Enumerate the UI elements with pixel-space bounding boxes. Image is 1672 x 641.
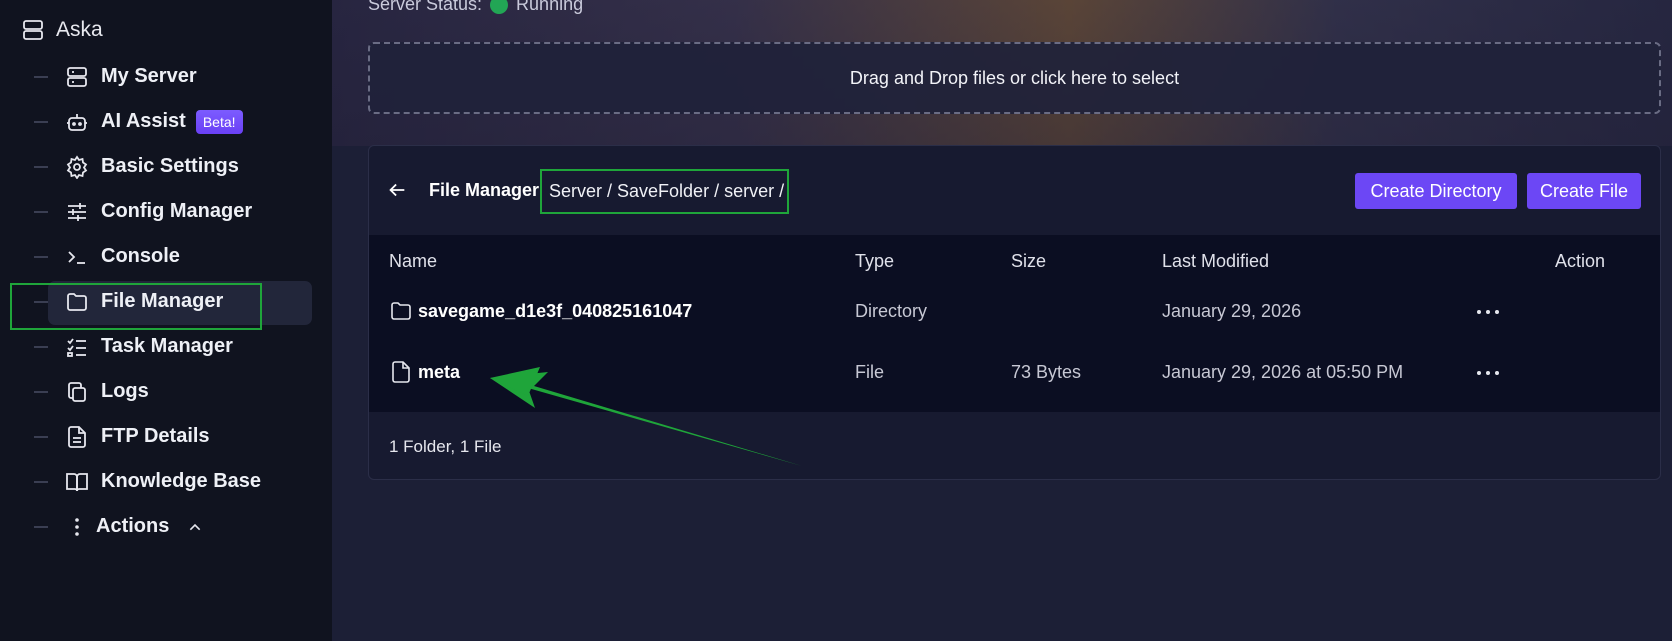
annotation-highlight-box — [10, 283, 262, 330]
book-open-icon — [64, 469, 90, 495]
file-name-cell[interactable]: meta — [389, 360, 460, 384]
tree-connector — [34, 121, 48, 123]
more-horizontal-icon[interactable] — [1477, 307, 1499, 317]
column-header-modified[interactable]: Last Modified — [1162, 251, 1269, 272]
tree-connector — [34, 256, 48, 258]
table-header: Name Type Size Last Modified Action — [369, 235, 1660, 285]
tree-connector — [34, 391, 48, 393]
sidebar: Aska My Server AI Assist Beta! Basic Set… — [0, 0, 332, 641]
file-size: 73 Bytes — [1011, 362, 1082, 382]
column-header-type[interactable]: Type — [855, 251, 894, 272]
file-name: savegame_d1e3f_040825161047 — [418, 300, 693, 321]
checklist-icon — [64, 334, 90, 360]
server-status: Server Status: Running — [368, 0, 583, 15]
tree-connector — [34, 166, 48, 168]
status-dot-icon — [490, 0, 509, 14]
server-switcher[interactable]: Aska — [20, 14, 103, 46]
tree-connector — [34, 76, 48, 78]
sidebar-item-label: Knowledge Base — [101, 470, 262, 492]
file-summary: 1 Folder, 1 File — [389, 437, 502, 456]
terminal-icon — [64, 244, 90, 270]
file-modified: January 29, 2026 at 05:50 PM — [1162, 362, 1404, 382]
sidebar-item-label: FTP Details — [101, 425, 210, 447]
sidebar-item-ftp-details[interactable]: FTP Details — [0, 414, 332, 459]
tree-connector — [34, 436, 48, 438]
sidebar-item-logs[interactable]: Logs — [0, 369, 332, 414]
file-manager-panel: File Manager Server / SaveFolder / serve… — [368, 145, 1661, 480]
server-status-label: Server Status: — [368, 0, 483, 14]
server-icon — [20, 17, 46, 43]
sidebar-item-console[interactable]: Console — [0, 234, 332, 279]
tree-connector — [34, 346, 48, 348]
sidebar-item-label: Config Manager — [101, 200, 253, 222]
tree-connector — [34, 481, 48, 483]
file-manager-header: File Manager Server / SaveFolder / serve… — [369, 146, 1660, 235]
create-file-button[interactable]: Create File — [1527, 173, 1641, 209]
sidebar-item-task-manager[interactable]: Task Manager — [0, 324, 332, 369]
table-row[interactable]: savegame_d1e3f_040825161047 Directory Ja… — [369, 283, 1660, 343]
tree-connector — [34, 211, 48, 213]
sidebar-item-label: Logs — [101, 380, 149, 402]
beta-badge: Beta! — [195, 109, 243, 134]
page-title: File Manager — [429, 180, 540, 200]
gear-icon — [64, 154, 90, 180]
sidebar-item-label: Basic Settings — [101, 155, 239, 177]
arrow-left-icon[interactable] — [386, 179, 408, 201]
copy-icon — [64, 379, 90, 405]
file-type: Directory — [855, 301, 928, 321]
server-status-value: Running — [516, 0, 584, 14]
sidebar-item-ai-assist[interactable]: AI Assist Beta! — [0, 99, 332, 144]
file-modified: January 29, 2026 — [1162, 301, 1302, 321]
sidebar-item-actions[interactable]: Actions — [0, 504, 332, 549]
file-name: meta — [418, 361, 461, 382]
document-icon — [64, 424, 90, 450]
file-table: Name Type Size Last Modified Action save… — [369, 235, 1660, 412]
sidebar-item-label: AI Assist — [101, 110, 186, 132]
sidebar-item-label: My Server — [101, 65, 197, 87]
tree-connector — [34, 526, 48, 528]
upload-dropzone[interactable]: Drag and Drop files or click here to sel… — [368, 42, 1661, 114]
chevron-up-icon[interactable] — [187, 519, 203, 535]
column-header-action: Action — [1555, 251, 1606, 271]
column-header-name[interactable]: Name — [389, 251, 437, 272]
more-horizontal-icon[interactable] — [1477, 368, 1499, 378]
column-header-size[interactable]: Size — [1011, 251, 1046, 272]
dropzone-text: Drag and Drop files or click here to sel… — [849, 67, 1180, 88]
folder-icon — [389, 299, 413, 323]
create-directory-button[interactable]: Create Directory — [1355, 173, 1517, 209]
sidebar-item-label: Actions — [96, 515, 170, 537]
breadcrumb-path: Server / SaveFolder / server / — [549, 181, 785, 201]
file-type: File — [855, 362, 885, 382]
sidebar-item-my-server[interactable]: My Server — [0, 54, 332, 99]
sliders-icon — [64, 199, 90, 225]
sidebar-item-basic-settings[interactable]: Basic Settings — [0, 144, 332, 189]
sidebar-item-knowledge-base[interactable]: Knowledge Base — [0, 459, 332, 504]
more-vertical-icon — [64, 514, 90, 540]
sidebar-item-config-manager[interactable]: Config Manager — [0, 189, 332, 234]
table-row[interactable]: meta File 73 Bytes January 29, 2026 at 0… — [369, 344, 1660, 404]
file-icon — [389, 360, 413, 384]
sidebar-item-label: Console — [101, 245, 180, 267]
server-icon — [64, 64, 90, 90]
breadcrumb[interactable]: Server / SaveFolder / server / — [540, 169, 789, 214]
file-name-cell[interactable]: savegame_d1e3f_040825161047 — [389, 299, 692, 323]
sidebar-item-label: Task Manager — [101, 335, 233, 357]
robot-icon — [64, 109, 90, 135]
server-name: Aska — [56, 18, 103, 41]
